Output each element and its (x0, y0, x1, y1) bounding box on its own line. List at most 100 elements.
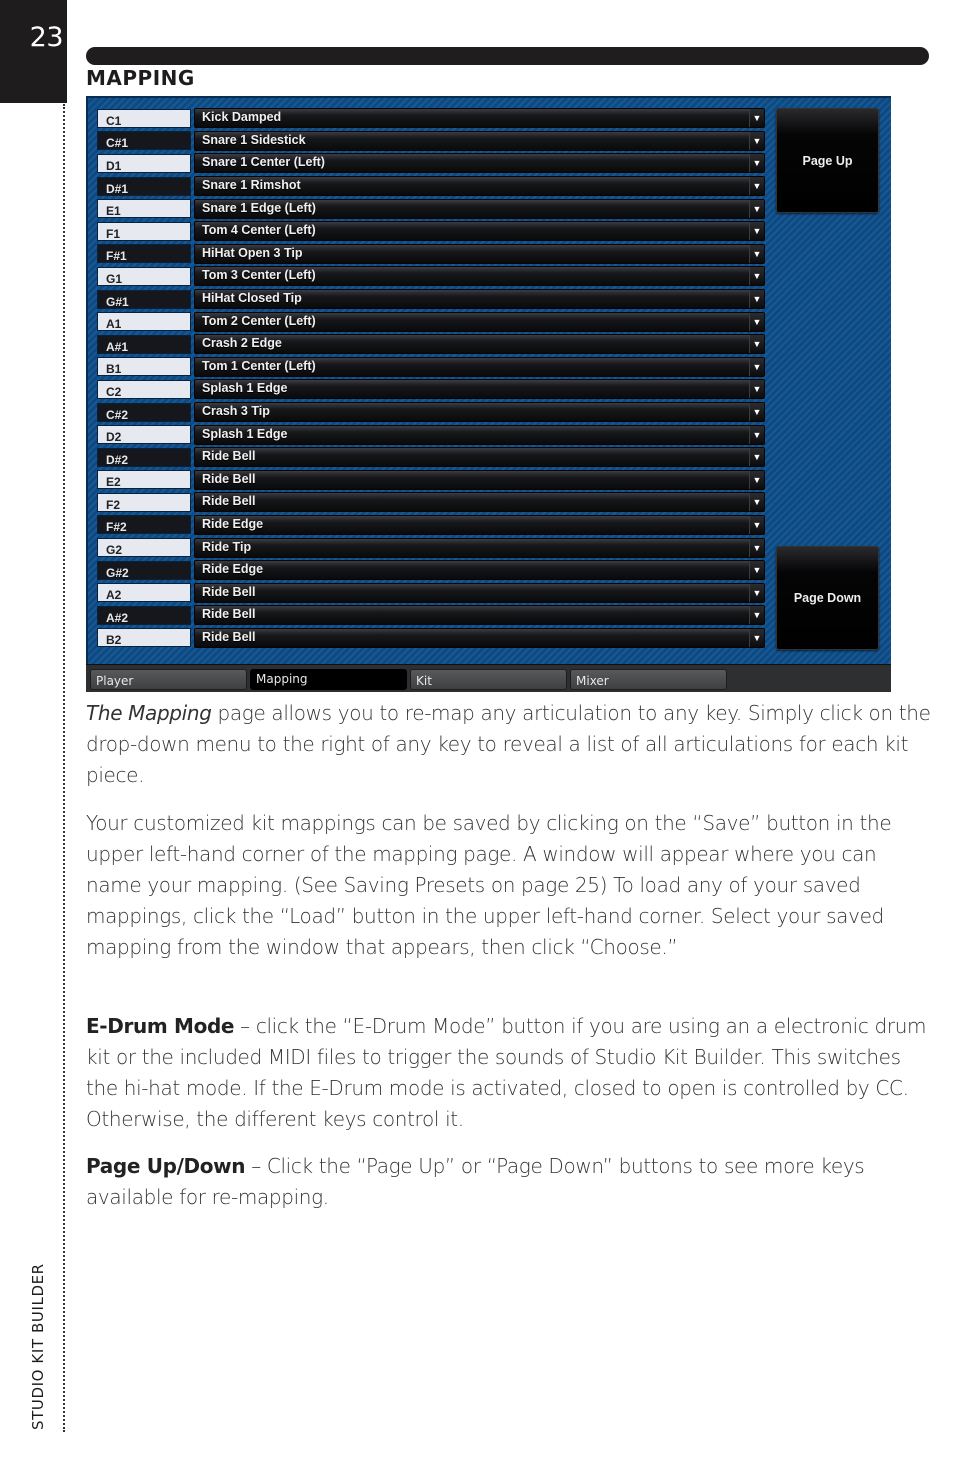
articulation-dropdown[interactable]: HiHat Closed Tip ▼ (194, 289, 765, 310)
page-up-button[interactable]: Page Up (776, 108, 879, 213)
key-label: G#1 (97, 289, 191, 309)
key-label: C1 (97, 108, 191, 128)
articulation-label: Ride Bell (202, 629, 256, 644)
key-label: F#1 (97, 244, 191, 264)
chevron-down-icon[interactable]: ▼ (749, 448, 764, 467)
chevron-down-icon[interactable]: ▼ (749, 380, 764, 399)
bold-lead: E-Drum Mode (86, 1014, 235, 1038)
tab-mapping[interactable]: Mapping (250, 669, 407, 690)
mapping-row: E1 Snare 1 Edge (Left) ▼ (97, 197, 765, 220)
dotted-divider (63, 104, 65, 1432)
chevron-down-icon[interactable]: ▼ (749, 222, 764, 241)
mapping-row: C#2 Crash 3 Tip ▼ (97, 401, 765, 424)
articulation-label: Splash 1 Edge (202, 381, 288, 396)
key-label: E2 (97, 470, 191, 490)
key-label: E1 (97, 199, 191, 219)
mapping-row: D2 Splash 1 Edge ▼ (97, 423, 765, 446)
chevron-down-icon[interactable]: ▼ (749, 357, 764, 376)
articulation-dropdown[interactable]: Ride Bell ▼ (194, 627, 765, 648)
articulation-label: Snare 1 Edge (Left) (202, 200, 316, 215)
page-down-button[interactable]: Page Down (776, 546, 879, 650)
articulation-dropdown[interactable]: Tom 3 Center (Left) ▼ (194, 266, 765, 287)
chevron-down-icon[interactable]: ▼ (749, 267, 764, 286)
header-bar (86, 47, 929, 65)
chevron-down-icon[interactable]: ▼ (749, 290, 764, 309)
articulation-dropdown[interactable]: Ride Edge ▼ (194, 514, 765, 535)
articulation-label: Splash 1 Edge (202, 426, 288, 441)
articulation-dropdown[interactable]: Snare 1 Rimshot ▼ (194, 176, 765, 197)
mapping-row: D#2 Ride Bell ▼ (97, 446, 765, 469)
key-label: B2 (97, 628, 191, 648)
mapping-row: A#1 Crash 2 Edge ▼ (97, 333, 765, 356)
articulation-dropdown[interactable]: Snare 1 Center (Left) ▼ (194, 153, 765, 174)
chevron-down-icon[interactable]: ▼ (749, 109, 764, 128)
articulation-dropdown[interactable]: Ride Edge ▼ (194, 560, 765, 581)
side-title: STUDIO KIT BUILDER (29, 1263, 47, 1430)
articulation-dropdown[interactable]: Crash 3 Tip ▼ (194, 402, 765, 423)
articulation-dropdown[interactable]: Ride Bell ▼ (194, 582, 765, 603)
chevron-down-icon[interactable]: ▼ (749, 493, 764, 512)
articulation-dropdown[interactable]: Kick Damped ▼ (194, 108, 765, 129)
chevron-down-icon[interactable]: ▼ (749, 515, 764, 534)
chevron-down-icon[interactable]: ▼ (749, 606, 764, 625)
mapping-row: B1 Tom 1 Center (Left) ▼ (97, 356, 765, 379)
mapping-screenshot: C1 Kick Damped ▼ C#1 Snare 1 Sidestick ▼ D1 Sna… (86, 96, 891, 692)
articulation-label: Ride Bell (202, 449, 256, 464)
tab-mixer[interactable]: Mixer (570, 669, 727, 690)
mapping-row: F2 Ride Bell ▼ (97, 491, 765, 514)
chevron-down-icon[interactable]: ▼ (749, 177, 764, 196)
chevron-down-icon[interactable]: ▼ (749, 538, 764, 557)
mapping-row: A1 Tom 2 Center (Left) ▼ (97, 310, 765, 333)
chevron-down-icon[interactable]: ▼ (749, 561, 764, 580)
key-label: F2 (97, 492, 191, 512)
articulation-dropdown[interactable]: Crash 2 Edge ▼ (194, 334, 765, 355)
chevron-down-icon[interactable]: ▼ (749, 199, 764, 218)
articulation-label: Tom 4 Center (Left) (202, 223, 316, 238)
tab-player[interactable]: Player (90, 669, 247, 690)
articulation-label: Tom 3 Center (Left) (202, 268, 316, 283)
key-label: A#1 (97, 334, 191, 354)
mapping-row: D#1 Snare 1 Rimshot ▼ (97, 175, 765, 198)
chevron-down-icon[interactable]: ▼ (749, 131, 764, 150)
tab-bar: Player Mapping Kit Mixer (86, 664, 891, 692)
chevron-down-icon[interactable]: ▼ (749, 244, 764, 263)
articulation-dropdown[interactable]: Tom 4 Center (Left) ▼ (194, 221, 765, 242)
articulation-dropdown[interactable]: HiHat Open 3 Tip ▼ (194, 243, 765, 264)
chevron-down-icon[interactable]: ▼ (749, 312, 764, 331)
chevron-down-icon[interactable]: ▼ (749, 403, 764, 422)
chevron-down-icon[interactable]: ▼ (749, 628, 764, 647)
articulation-dropdown[interactable]: Ride Bell ▼ (194, 469, 765, 490)
articulation-dropdown[interactable]: Tom 1 Center (Left) ▼ (194, 356, 765, 377)
chevron-down-icon[interactable]: ▼ (749, 425, 764, 444)
articulation-label: Kick Damped (202, 110, 282, 125)
key-label: G1 (97, 266, 191, 286)
articulation-dropdown[interactable]: Splash 1 Edge ▼ (194, 424, 765, 445)
page-number: 23 (29, 22, 64, 53)
chevron-down-icon[interactable]: ▼ (749, 154, 764, 173)
paragraph-mapping-intro: The Mapping page allows you to re-map an… (86, 701, 931, 787)
key-label: D2 (97, 425, 191, 445)
chevron-down-icon[interactable]: ▼ (749, 470, 764, 489)
articulation-dropdown[interactable]: Ride Tip ▼ (194, 537, 765, 558)
chevron-down-icon[interactable]: ▼ (749, 335, 764, 354)
mapping-row: F#2 Ride Edge ▼ (97, 514, 765, 537)
chevron-down-icon[interactable]: ▼ (749, 583, 764, 602)
mapping-row: F#1 HiHat Open 3 Tip ▼ (97, 243, 765, 266)
paragraph-save-load: Your customized kit mappings can be save… (86, 811, 892, 959)
mapping-rows: C1 Kick Damped ▼ C#1 Snare 1 Sidestick ▼ D1 Sna… (97, 107, 765, 649)
mapping-row: F1 Tom 4 Center (Left) ▼ (97, 220, 765, 243)
articulation-label: Ride Bell (202, 607, 256, 622)
articulation-dropdown[interactable]: Ride Bell ▼ (194, 447, 765, 468)
articulation-dropdown[interactable]: Splash 1 Edge ▼ (194, 379, 765, 400)
key-label: A1 (97, 312, 191, 332)
tab-kit[interactable]: Kit (410, 669, 567, 690)
key-label: C#1 (97, 131, 191, 151)
articulation-dropdown[interactable]: Snare 1 Edge (Left) ▼ (194, 198, 765, 219)
articulation-label: Ride Bell (202, 471, 256, 486)
articulation-dropdown[interactable]: Tom 2 Center (Left) ▼ (194, 311, 765, 332)
articulation-dropdown[interactable]: Ride Bell ▼ (194, 492, 765, 513)
key-label: D#2 (97, 447, 191, 467)
mapping-row: A2 Ride Bell ▼ (97, 581, 765, 604)
articulation-dropdown[interactable]: Snare 1 Sidestick ▼ (194, 130, 765, 151)
articulation-dropdown[interactable]: Ride Bell ▼ (194, 605, 765, 626)
